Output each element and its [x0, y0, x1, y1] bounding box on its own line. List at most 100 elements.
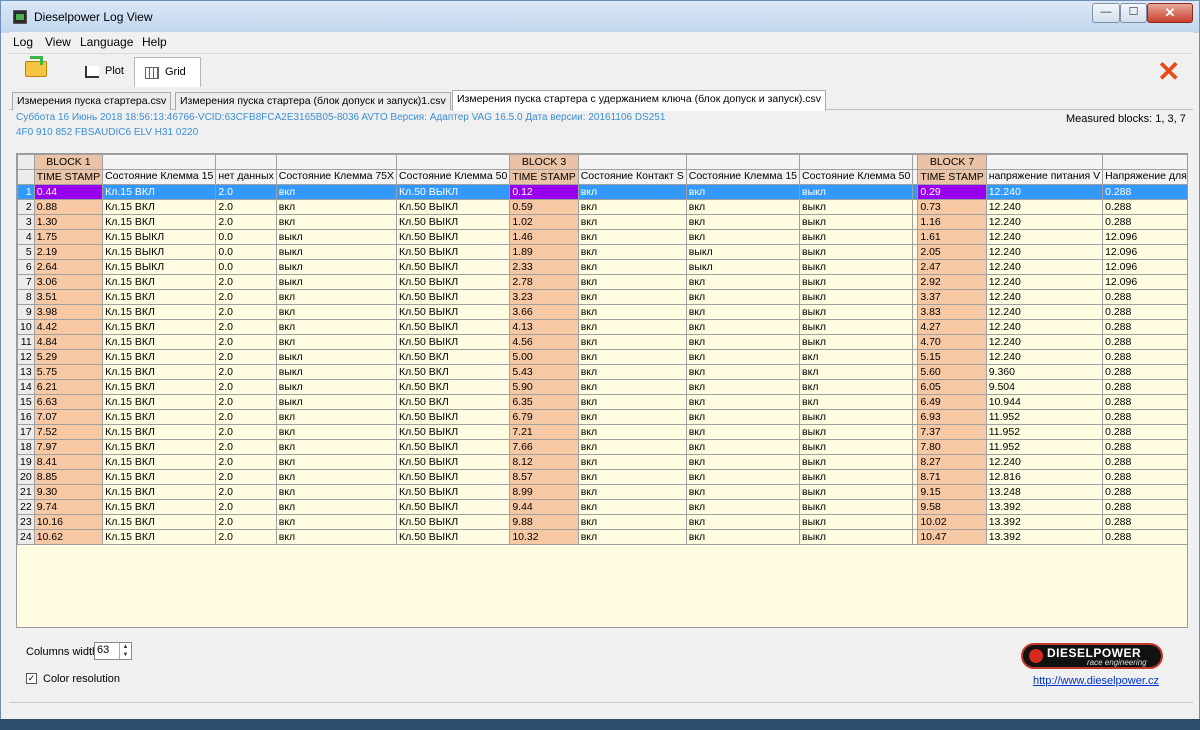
- website-link[interactable]: http://www.dieselpower.cz: [1033, 675, 1159, 687]
- data-cell[interactable]: вкл: [685, 319, 801, 335]
- data-cell[interactable]: вкл: [685, 304, 801, 320]
- data-cell[interactable]: Кл.50 ВЫКЛ: [396, 514, 511, 530]
- data-cell[interactable]: Кл.50 ВЫКЛ: [396, 424, 511, 440]
- data-cell[interactable]: выкл: [799, 244, 914, 260]
- data-cell[interactable]: 0.288: [1102, 349, 1187, 365]
- table-row[interactable]: 4 1.75 Кл.15 ВЫКЛ 0.0 выкл Кл.50 ВЫКЛ 1.46 вкл в…: [17, 229, 1187, 245]
- columns-width-stepper[interactable]: 63 ▲ ▼: [94, 642, 132, 660]
- data-cell[interactable]: Кл.15 ВКЛ: [102, 484, 217, 500]
- data-cell[interactable]: вкл: [685, 409, 801, 425]
- table-row[interactable]: 21 9.30 Кл.15 ВКЛ 2.0 вкл Кл.50 ВЫКЛ 8.99 вкл вк…: [17, 484, 1187, 500]
- timestamp-cell[interactable]: 6.49: [917, 394, 987, 410]
- data-cell[interactable]: выкл: [799, 319, 914, 335]
- row-number[interactable]: 14: [17, 379, 35, 395]
- row-number[interactable]: 23: [17, 514, 35, 530]
- row-number[interactable]: 12: [17, 349, 35, 365]
- data-cell[interactable]: Кл.15 ВКЛ: [102, 184, 217, 200]
- data-cell[interactable]: Кл.50 ВЫКЛ: [396, 259, 511, 275]
- data-cell[interactable]: 9.504: [985, 379, 1104, 395]
- table-row[interactable]: 8 3.51 Кл.15 ВКЛ 2.0 вкл Кл.50 ВЫКЛ 3.23 вкл вкл…: [17, 289, 1187, 305]
- data-cell[interactable]: 12.096: [1102, 229, 1187, 245]
- data-cell[interactable]: вкл: [685, 529, 801, 545]
- data-cell[interactable]: 12.240: [985, 349, 1104, 365]
- data-cell[interactable]: Кл.50 ВЫКЛ: [396, 214, 511, 230]
- data-cell[interactable]: вкл: [577, 319, 687, 335]
- timestamp-cell[interactable]: 9.58: [917, 499, 987, 515]
- timestamp-cell[interactable]: 0.59: [509, 199, 579, 215]
- data-cell[interactable]: выкл: [799, 454, 914, 470]
- timestamp-cell[interactable]: 0.29: [917, 184, 987, 200]
- timestamp-cell[interactable]: 2.05: [917, 244, 987, 260]
- row-number[interactable]: 10: [17, 319, 35, 335]
- data-cell[interactable]: вкл: [685, 439, 801, 455]
- column-header[interactable]: TIME STAMP: [33, 169, 104, 185]
- timestamp-cell[interactable]: 3.51: [33, 289, 104, 305]
- timestamp-cell[interactable]: 10.62: [33, 529, 104, 545]
- table-row[interactable]: 9 3.98 Кл.15 ВКЛ 2.0 вкл Кл.50 ВЫКЛ 3.66 вкл вкл…: [17, 304, 1187, 320]
- data-cell[interactable]: 0.288: [1102, 304, 1187, 320]
- file-tab-1[interactable]: Измерения пуска стартера.csv: [12, 92, 172, 110]
- data-cell[interactable]: вкл: [685, 214, 801, 230]
- timestamp-cell[interactable]: 9.15: [917, 484, 987, 500]
- menu-log[interactable]: Log: [13, 35, 33, 49]
- menu-language[interactable]: Language: [80, 35, 133, 49]
- data-cell[interactable]: вкл: [577, 304, 687, 320]
- data-cell[interactable]: вкл: [685, 394, 801, 410]
- data-cell[interactable]: вкл: [577, 274, 687, 290]
- data-cell[interactable]: 11.952: [985, 409, 1104, 425]
- data-cell[interactable]: 13.392: [985, 499, 1104, 515]
- data-cell[interactable]: 2.0: [215, 514, 277, 530]
- timestamp-cell[interactable]: 7.07: [33, 409, 104, 425]
- data-cell[interactable]: 12.240: [985, 244, 1104, 260]
- data-cell[interactable]: 2.0: [215, 319, 277, 335]
- data-cell[interactable]: Кл.50 ВЫКЛ: [396, 529, 511, 545]
- timestamp-cell[interactable]: 8.41: [33, 454, 104, 470]
- data-cell[interactable]: 12.240: [985, 319, 1104, 335]
- timestamp-cell[interactable]: 0.88: [33, 199, 104, 215]
- column-header[interactable]: нет данных: [215, 169, 277, 185]
- timestamp-cell[interactable]: 1.89: [509, 244, 579, 260]
- data-cell[interactable]: Кл.15 ВКЛ: [102, 319, 217, 335]
- timestamp-cell[interactable]: 3.98: [33, 304, 104, 320]
- timestamp-cell[interactable]: 2.19: [33, 244, 104, 260]
- open-folder-icon[interactable]: [25, 56, 47, 77]
- row-number[interactable]: 17: [17, 424, 35, 440]
- data-cell[interactable]: 0.288: [1102, 499, 1187, 515]
- timestamp-cell[interactable]: 6.93: [917, 409, 987, 425]
- data-cell[interactable]: 2.0: [215, 394, 277, 410]
- data-cell[interactable]: вкл: [685, 454, 801, 470]
- data-cell[interactable]: выкл: [799, 424, 914, 440]
- color-resolution-checkbox[interactable]: ✓: [26, 673, 37, 684]
- data-cell[interactable]: вкл: [799, 379, 914, 395]
- file-tab-3[interactable]: Измерения пуска стартера с удержанием кл…: [452, 90, 827, 111]
- data-cell[interactable]: 2.0: [215, 439, 277, 455]
- data-cell[interactable]: выкл: [275, 364, 398, 380]
- row-number[interactable]: 5: [17, 244, 35, 260]
- timestamp-cell[interactable]: 1.02: [509, 214, 579, 230]
- table-row[interactable]: 20 8.85 Кл.15 ВКЛ 2.0 вкл Кл.50 ВЫКЛ 8.57 вкл вк…: [17, 469, 1187, 485]
- minimize-button[interactable]: —: [1092, 3, 1120, 23]
- table-row[interactable]: 2 0.88 Кл.15 ВКЛ 2.0 вкл Кл.50 ВЫКЛ 0.59 вкл вкл…: [17, 199, 1187, 215]
- data-cell[interactable]: 13.248: [985, 484, 1104, 500]
- data-cell[interactable]: выкл: [275, 349, 398, 365]
- data-cell[interactable]: 11.952: [985, 424, 1104, 440]
- data-cell[interactable]: выкл: [799, 529, 914, 545]
- data-cell[interactable]: вкл: [275, 289, 398, 305]
- data-cell[interactable]: вкл: [685, 379, 801, 395]
- timestamp-cell[interactable]: 1.30: [33, 214, 104, 230]
- timestamp-cell[interactable]: 6.35: [509, 394, 579, 410]
- timestamp-cell[interactable]: 3.37: [917, 289, 987, 305]
- data-cell[interactable]: 2.0: [215, 214, 277, 230]
- timestamp-cell[interactable]: 10.02: [917, 514, 987, 530]
- timestamp-cell[interactable]: 7.97: [33, 439, 104, 455]
- data-cell[interactable]: Кл.15 ВКЛ: [102, 364, 217, 380]
- data-cell[interactable]: 0.288: [1102, 424, 1187, 440]
- data-cell[interactable]: вкл: [577, 379, 687, 395]
- table-row[interactable]: 13 5.75 Кл.15 ВКЛ 2.0 выкл Кл.50 ВКЛ 5.43 вкл вк…: [17, 364, 1187, 380]
- data-cell[interactable]: 2.0: [215, 274, 277, 290]
- row-number[interactable]: 21: [17, 484, 35, 500]
- data-cell[interactable]: Кл.15 ВКЛ: [102, 499, 217, 515]
- row-number[interactable]: 2: [17, 199, 35, 215]
- data-cell[interactable]: выкл: [799, 439, 914, 455]
- data-cell[interactable]: вкл: [577, 409, 687, 425]
